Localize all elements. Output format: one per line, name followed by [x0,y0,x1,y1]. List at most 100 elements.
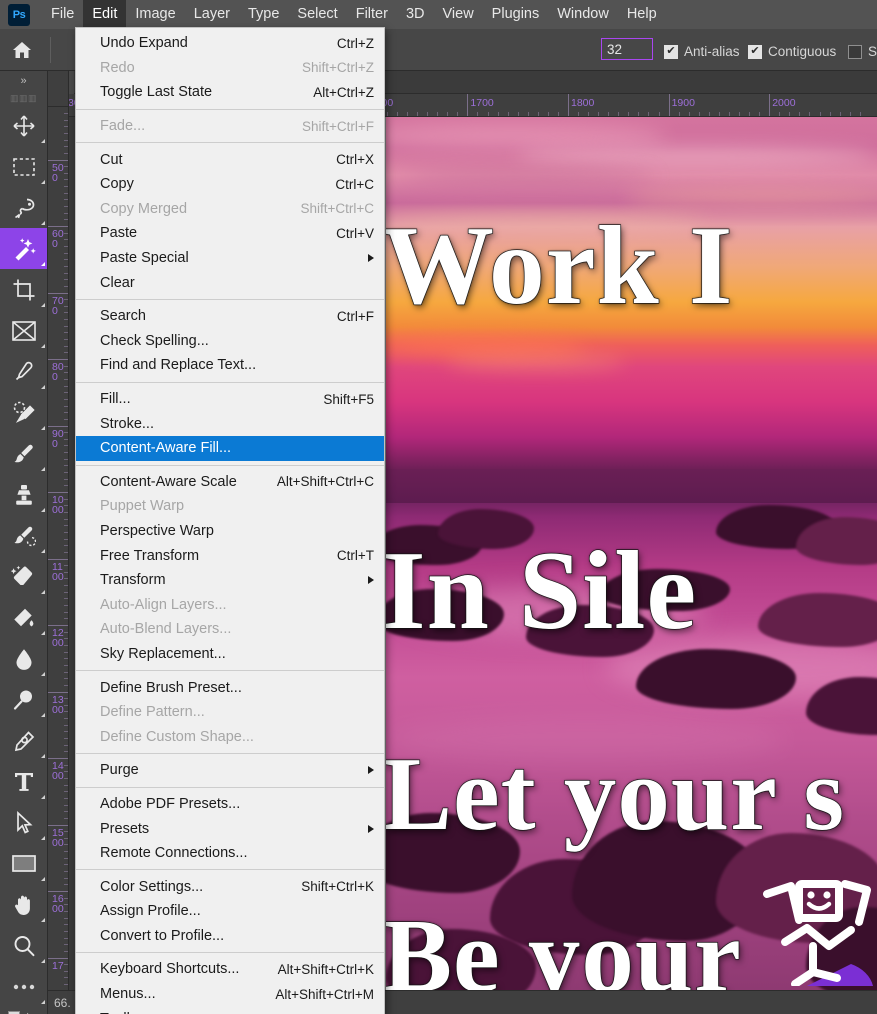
anti-alias-checkbox[interactable]: ✔ Anti-alias [664,44,740,59]
menu-item-purge[interactable]: Purge [76,758,384,783]
menu-item-redo[interactable]: Redo Shift+Ctrl+Z [76,56,384,81]
move-tool[interactable] [0,105,47,146]
dodge-tool[interactable] [0,679,47,720]
chevron-double-right-icon[interactable]: » [0,71,47,91]
gradient-tool[interactable] [0,597,47,638]
sample-all-layers-checkbox[interactable]: Sa [848,44,877,59]
menu-item-copy[interactable]: Copy Ctrl+C [76,172,384,197]
zoom-tool[interactable] [0,925,47,966]
tool-expand-corner [41,918,45,922]
menubar-item-edit[interactable]: Edit [83,0,127,29]
ruler-corner[interactable] [48,71,69,107]
blur-tool[interactable] [0,638,47,679]
vertical-ruler[interactable]: 0500600700800900100011001200130014001500… [48,107,69,1014]
menu-item-auto-blend-layers[interactable]: Auto-Blend Layers... [76,617,384,642]
menu-item-search[interactable]: Search Ctrl+F [76,304,384,329]
lasso-tool[interactable] [0,187,47,228]
menu-item-transform[interactable]: Transform [76,568,384,593]
magic-wand-tool[interactable] [0,228,47,269]
menu-item-define-custom-shape[interactable]: Define Custom Shape... [76,724,384,749]
menu-item-paste-special[interactable]: Paste Special [76,246,384,271]
edit-menu-dropdown[interactable]: Undo Expand Ctrl+Z Redo Shift+Ctrl+Z Toggle … [75,27,385,1014]
ruler-tick [48,292,68,294]
ruler-minor-tick [64,385,68,387]
menu-item-free-transform[interactable]: Free Transform Ctrl+T [76,543,384,568]
crop-tool[interactable] [0,269,47,310]
swap-colors-icon[interactable] [22,1010,40,1014]
menu-item-stroke[interactable]: Stroke... [76,411,384,436]
ruler-minor-tick [819,112,821,116]
menu-item-define-pattern[interactable]: Define Pattern... [76,700,384,725]
menubar-item-3d[interactable]: 3D [397,0,434,29]
menu-item-adobe-pdf-presets[interactable]: Adobe PDF Presets... [76,792,384,817]
menu-item-menus[interactable]: Menus... Alt+Shift+Ctrl+M [76,982,384,1007]
menu-item-assign-profile[interactable]: Assign Profile... [76,899,384,924]
ruler-minor-tick [839,112,841,116]
ruler-minor-tick [64,871,68,873]
menu-item-fill[interactable]: Fill... Shift+F5 [76,387,384,412]
menu-item-puppet-warp[interactable]: Puppet Warp [76,494,384,519]
rectangular-marquee-tool[interactable] [0,146,47,187]
menu-item-remote-connections[interactable]: Remote Connections... [76,841,384,866]
ruler-tick [48,359,68,360]
menu-item-fade[interactable]: Fade... Shift+Ctrl+F [76,114,384,139]
tolerance-input[interactable]: 32 [601,38,653,60]
ruler-tick [48,492,68,493]
toolbar-grip[interactable]: ▥▥▥ [0,91,47,105]
menu-item-sky-replacement[interactable]: Sky Replacement... [76,642,384,667]
spot-healing-brush-tool[interactable] [0,392,47,433]
menubar-item-window[interactable]: Window [548,0,618,29]
ruler-minor-tick [64,964,68,966]
menubar-item-image[interactable]: Image [126,0,184,29]
menubar-item-filter[interactable]: Filter [347,0,397,29]
menu-item-toggle-last-state[interactable]: Toggle Last State Alt+Ctrl+Z [76,80,384,105]
zoom-level-field[interactable]: 66. [48,996,71,1010]
path-selection-tool[interactable] [0,802,47,843]
menu-item-presets[interactable]: Presets [76,816,384,841]
menu-item-define-brush-preset[interactable]: Define Brush Preset... [76,675,384,700]
menubar-item-select[interactable]: Select [288,0,346,29]
menu-item-content-aware-scale[interactable]: Content-Aware Scale Alt+Shift+Ctrl+C [76,470,384,495]
brush-tool[interactable] [0,433,47,474]
menu-item-cut[interactable]: Cut Ctrl+X [76,147,384,172]
contiguous-checkbox[interactable]: ✔ Contiguous [748,44,836,59]
menubar-item-type[interactable]: Type [239,0,288,29]
menubar-item-file[interactable]: File [42,0,83,29]
menu-item-toolbar[interactable]: Toolbar... [76,1006,384,1014]
menu-item-perspective-warp[interactable]: Perspective Warp [76,519,384,544]
home-icon[interactable] [0,29,44,71]
menu-item-check-spelling[interactable]: Check Spelling... [76,329,384,354]
menubar-item-help[interactable]: Help [618,0,666,29]
menu-item-auto-align-layers[interactable]: Auto-Align Layers... [76,592,384,617]
tool-expand-corner [41,754,45,758]
menu-item-keyboard-shortcuts[interactable]: Keyboard Shortcuts... Alt+Shift+Ctrl+K [76,957,384,982]
ruler-minor-tick [64,332,68,334]
pen-tool[interactable] [0,720,47,761]
history-brush-tool[interactable] [0,515,47,556]
hand-tool[interactable] [0,884,47,925]
ruler-minor-tick [64,172,68,174]
menu-item-undo-expand[interactable]: Undo Expand Ctrl+Z [76,31,384,56]
ruler-tick [48,691,68,693]
document-canvas[interactable]: Work I In Sile Let your s Be your [386,117,877,990]
menu-item-convert-to-profile[interactable]: Convert to Profile... [76,924,384,949]
menu-item-copy-merged[interactable]: Copy Merged Shift+Ctrl+C [76,197,384,222]
frame-tool[interactable] [0,310,47,351]
tool-expand-corner [41,713,45,717]
horizontal-type-tool[interactable] [0,761,47,802]
eraser-tool[interactable] [0,556,47,597]
menu-item-content-aware-fill[interactable]: Content-Aware Fill... [76,435,384,461]
eyedropper-tool[interactable] [0,351,47,392]
menu-item-color-settings[interactable]: Color Settings... Shift+Ctrl+K [76,874,384,899]
menu-item-clear[interactable]: Clear [76,270,384,295]
menubar-item-view[interactable]: View [434,0,483,29]
ruler-minor-tick [64,571,68,573]
menu-item-find-and-replace-text[interactable]: Find and Replace Text... [76,353,384,378]
clone-stamp-tool[interactable] [0,474,47,515]
menu-item-paste[interactable]: Paste Ctrl+V [76,221,384,246]
rectangle-tool[interactable] [0,843,47,884]
edit-toolbar-tool[interactable] [0,966,47,1007]
menubar-item-layer[interactable]: Layer [185,0,239,29]
tool-expand-corner [41,959,45,963]
menubar-item-plugins[interactable]: Plugins [483,0,549,29]
